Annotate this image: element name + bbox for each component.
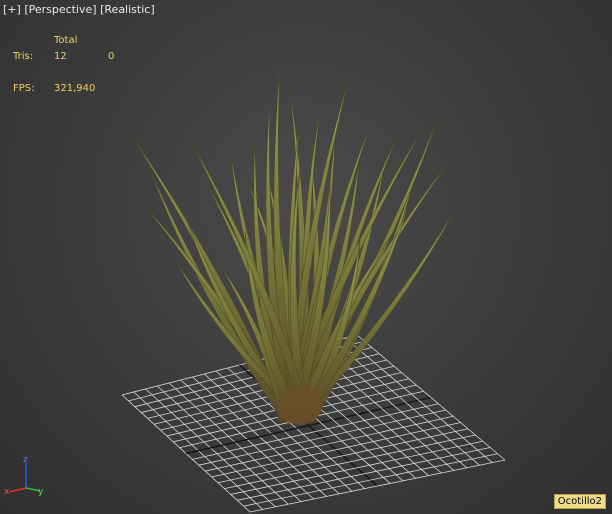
grid-line (344, 337, 493, 463)
axis-z-label: z (23, 455, 28, 465)
axis-y-label: y (38, 487, 44, 497)
grass-stem-base (278, 385, 322, 425)
axis-gizmo: z x y (4, 455, 44, 497)
perspective-viewport[interactable]: [+] [Perspective] [Realistic] Total Tris… (0, 0, 612, 514)
grid-line (356, 334, 506, 461)
ocotillo-grass-mesh[interactable] (129, 64, 456, 425)
axis-x-label: x (4, 487, 10, 497)
scene-canvas[interactable]: z x y (0, 0, 612, 514)
object-name-tag[interactable]: Ocotillo2 (553, 494, 606, 509)
